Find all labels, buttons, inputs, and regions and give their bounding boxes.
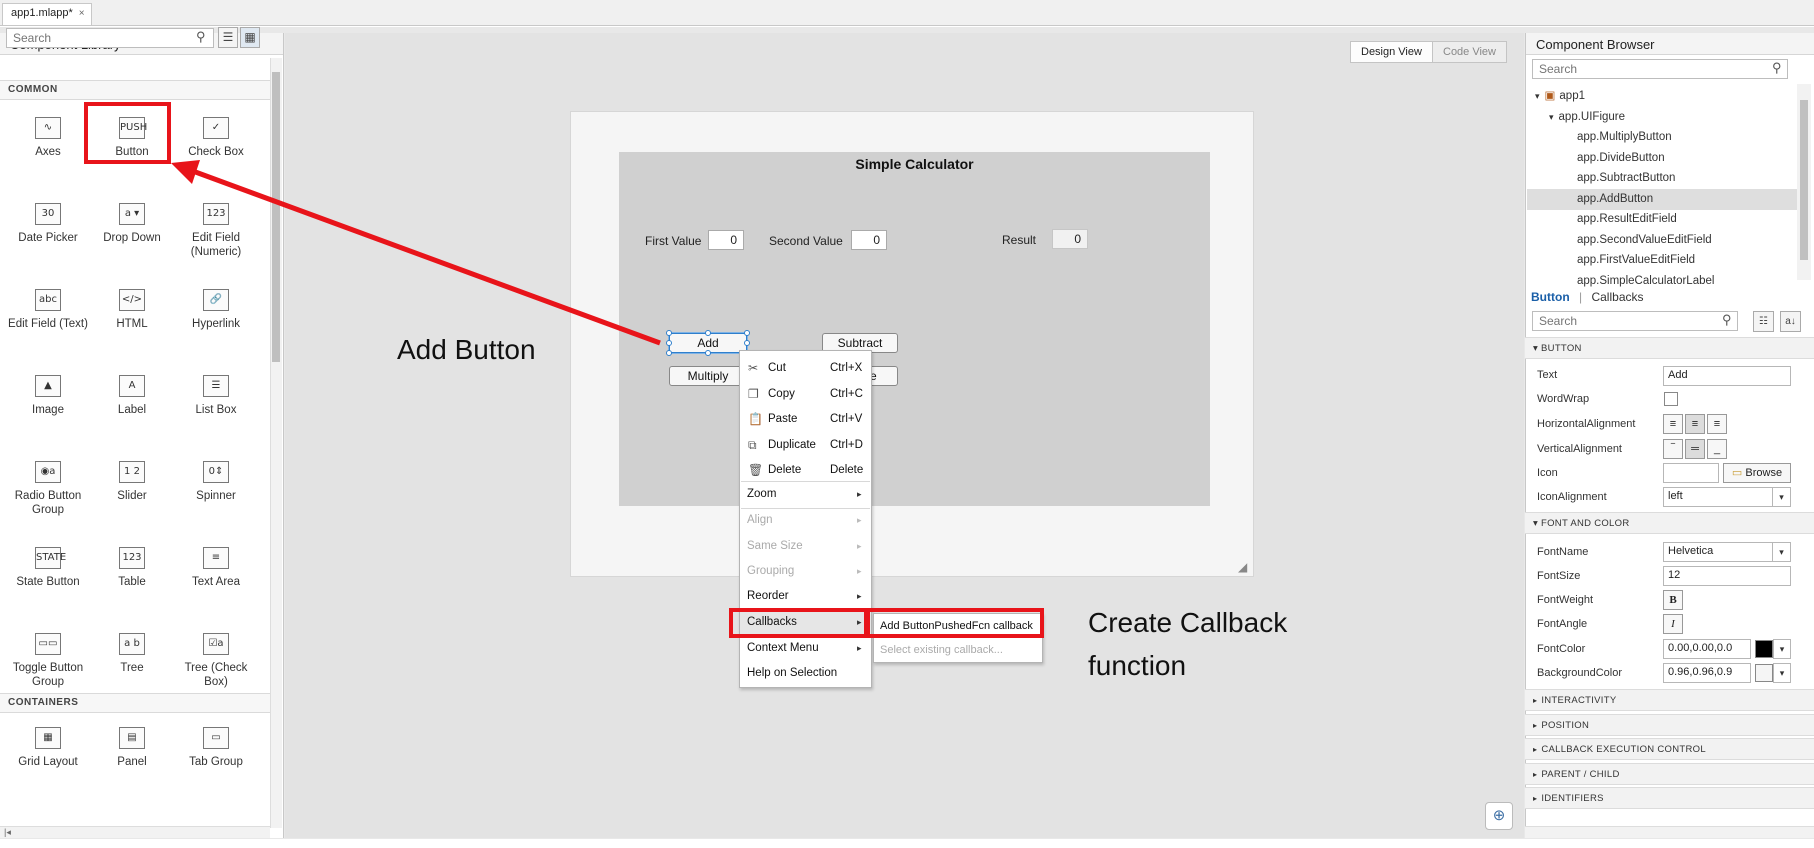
collapsed-section-header[interactable]: ▸ IDENTIFIERS — [1525, 787, 1814, 809]
tree-item[interactable]: app.SubtractButton — [1527, 168, 1797, 189]
button-section-header[interactable]: ▾ BUTTON — [1525, 337, 1814, 359]
add-button-annotation: Add Button — [397, 334, 536, 365]
expand-arrow-icon[interactable]: ▾ — [1549, 112, 1554, 122]
tree-item-label: app.SecondValueEditField — [1577, 233, 1712, 246]
prop-fontsize-input[interactable]: 12 — [1663, 566, 1791, 586]
button-section-label: BUTTON — [1541, 343, 1582, 354]
font-section-label: FONT AND COLOR — [1541, 518, 1630, 529]
search-icon[interactable]: ⚲ — [1722, 312, 1732, 328]
tree-item-label: app.ResultEditField — [1577, 213, 1677, 225]
tree-item-label: app.SimpleCalculatorLabel — [1577, 274, 1715, 287]
prop-text-input[interactable]: Add — [1663, 366, 1791, 386]
font-section-header[interactable]: ▾ FONT AND COLOR — [1525, 512, 1814, 534]
bold-button[interactable]: B — [1663, 590, 1683, 610]
prop-fontsize-label: FontSize — [1537, 570, 1581, 582]
collapsed-section-header[interactable]: ▸ POSITION — [1525, 713, 1814, 736]
chevron-right-icon: ▸ — [1533, 794, 1538, 803]
italic-button[interactable]: I — [1663, 614, 1683, 634]
prop-fontweight-label: FontWeight — [1537, 594, 1594, 606]
inspector-search-input[interactable] — [1532, 311, 1738, 331]
sort-az-button[interactable]: a↓ — [1780, 311, 1801, 332]
prop-icon-input[interactable] — [1663, 463, 1719, 483]
tree-item-label: app1 — [1559, 90, 1585, 102]
tree-item[interactable]: app.AddButton — [1527, 188, 1797, 210]
browser-scroll-thumb[interactable] — [1800, 100, 1808, 260]
tree-item[interactable]: app.ResultEditField — [1527, 209, 1797, 230]
collapsed-section-header[interactable]: ▸ INTERACTIVITY — [1525, 689, 1814, 711]
tree-item-label: app.DivideButton — [1577, 151, 1665, 164]
align-bottom-icon[interactable]: _ — [1707, 439, 1727, 459]
background-color-swatch[interactable] — [1755, 664, 1773, 682]
search-icon[interactable]: ⚲ — [1772, 60, 1782, 76]
tree-item[interactable]: ▾ ▣ app1 — [1527, 86, 1797, 107]
chevron-down-icon[interactable]: ▾ — [1773, 542, 1791, 562]
prop-icon-label: Icon — [1537, 467, 1558, 479]
tab-callbacks[interactable]: Callbacks — [1591, 290, 1643, 304]
tree-item-label: app.SubtractButton — [1577, 172, 1676, 184]
prop-fontcolor-input[interactable]: 0.00,0.00,0.0 — [1663, 639, 1751, 659]
align-middle-icon[interactable]: ═ — [1685, 439, 1705, 459]
folder-icon: ▭ — [1731, 467, 1743, 479]
component-browser-title: Component Browser — [1526, 33, 1814, 55]
tree-item-label: app.AddButton — [1577, 192, 1654, 205]
chevron-right-icon: ▸ — [1533, 769, 1538, 779]
align-center-icon[interactable]: ≡ — [1685, 414, 1705, 434]
collapsed-section-label: INTERACTIVITY — [1541, 695, 1617, 706]
prop-wordwrap-label: WordWrap — [1537, 393, 1590, 405]
collapsed-section-label: PARENT / CHILD — [1541, 768, 1620, 780]
prop-fontname-select[interactable]: Helvetica — [1663, 542, 1773, 562]
chevron-down-icon[interactable]: ▾ — [1773, 639, 1791, 659]
collapsed-section-header[interactable]: ▸ PARENT / CHILD — [1525, 762, 1814, 785]
create-callback-annotation-line2: function — [1088, 650, 1187, 681]
prop-text-label: Text — [1537, 369, 1558, 381]
align-left-icon[interactable]: ≡ — [1663, 414, 1683, 434]
tab-button[interactable]: Button — [1531, 290, 1570, 304]
collapsed-section-label: CALLBACK EXECUTION CONTROL — [1541, 744, 1706, 755]
prop-halign-label: HorizontalAlignment — [1537, 418, 1636, 430]
prop-wordwrap-checkbox[interactable] — [1664, 392, 1678, 406]
collapsed-section-label: IDENTIFIERS — [1541, 793, 1604, 804]
tree-item-label: app.UIFigure — [1558, 110, 1626, 123]
browse-button[interactable]: ▭ Browse — [1723, 463, 1791, 483]
font-color-swatch[interactable] — [1755, 640, 1773, 658]
create-callback-annotation-line1: Create Callback — [1088, 607, 1288, 638]
chevron-right-icon: ▸ — [1533, 720, 1538, 730]
collapsed-section-label: POSITION — [1541, 719, 1590, 731]
app-icon: ▣ — [1544, 90, 1556, 102]
chevron-right-icon: ▸ — [1533, 745, 1538, 754]
browse-label: Browse — [1745, 467, 1783, 479]
prop-bgcolor-input[interactable]: 0.96,0.96,0.9 — [1663, 663, 1751, 683]
chevron-down-icon[interactable]: ▾ — [1773, 487, 1791, 507]
tree-item[interactable]: app.FirstValueEditField — [1527, 250, 1797, 271]
align-top-icon[interactable]: ‾ — [1663, 439, 1683, 459]
tree-item-label: app.MultiplyButton — [1577, 131, 1672, 143]
tree-item[interactable]: ▾ app.UIFigure — [1527, 107, 1797, 128]
align-right-icon[interactable]: ≡ — [1707, 414, 1727, 434]
expand-arrow-icon[interactable]: ▾ — [1535, 91, 1540, 101]
tree-item[interactable]: app.SecondValueEditField — [1527, 230, 1797, 251]
prop-fontcolor-label: FontColor — [1537, 643, 1586, 655]
chevron-down-icon[interactable]: ▾ — [1773, 663, 1791, 683]
tree-item-label: app.FirstValueEditField — [1577, 254, 1696, 266]
prop-iconalign-select[interactable]: left — [1663, 487, 1773, 507]
prop-fontangle-label: FontAngle — [1537, 618, 1588, 630]
prop-bgcolor-label: BackgroundColor — [1537, 667, 1622, 679]
prop-fontname-label: FontName — [1537, 546, 1589, 558]
tree-item[interactable]: app.DivideButton — [1527, 148, 1797, 169]
inspector-horizontal-scrollbar[interactable] — [1525, 826, 1814, 838]
prop-valign-label: VerticalAlignment — [1537, 443, 1622, 455]
chevron-right-icon: ▸ — [1533, 696, 1538, 705]
tree-item[interactable]: app.MultiplyButton — [1527, 127, 1797, 148]
inspector-tabs: Button | Callbacks — [1531, 290, 1644, 304]
browser-search-input[interactable] — [1532, 59, 1788, 79]
group-view-button[interactable]: ☷ — [1753, 311, 1774, 332]
collapsed-section-header[interactable]: ▸ CALLBACK EXECUTION CONTROL — [1525, 738, 1814, 760]
prop-iconalign-label: IconAlignment — [1537, 491, 1607, 503]
